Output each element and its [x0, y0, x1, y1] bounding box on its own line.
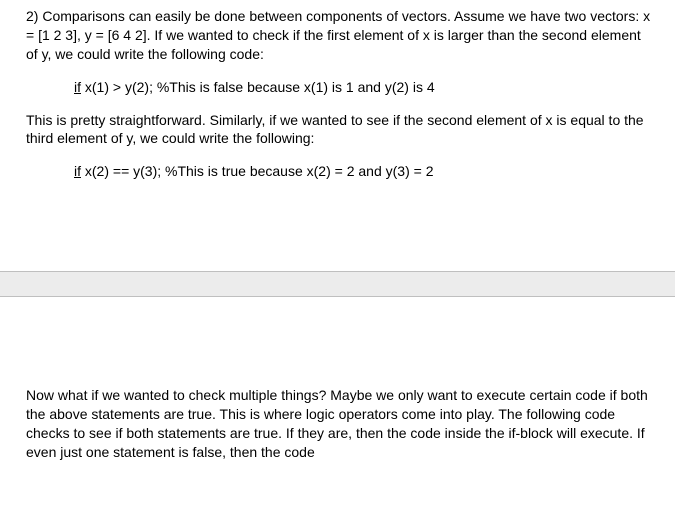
code-rest: x(1) > y(2); %This is false because x(1)…: [81, 79, 435, 95]
code-example-2: if x(2) == y(3); %This is true because x…: [74, 162, 653, 181]
keyword-if: if: [74, 163, 81, 179]
spacer: [26, 304, 653, 386]
page-lower: Now what if we wanted to check multiple …: [0, 297, 675, 462]
keyword-if: if: [74, 79, 81, 95]
paragraph-intro: 2) Comparisons can easily be done betwee…: [26, 7, 653, 64]
spacer: [26, 195, 653, 271]
paragraph-logic-ops: Now what if we wanted to check multiple …: [26, 386, 653, 462]
code-example-1: if x(1) > y(2); %This is false because x…: [74, 78, 653, 97]
code-rest: x(2) == y(3); %This is true because x(2)…: [81, 163, 433, 179]
page-upper: 2) Comparisons can easily be done betwee…: [0, 0, 675, 271]
paragraph-middle: This is pretty straightforward. Similarl…: [26, 111, 653, 149]
page-break: [0, 271, 675, 297]
